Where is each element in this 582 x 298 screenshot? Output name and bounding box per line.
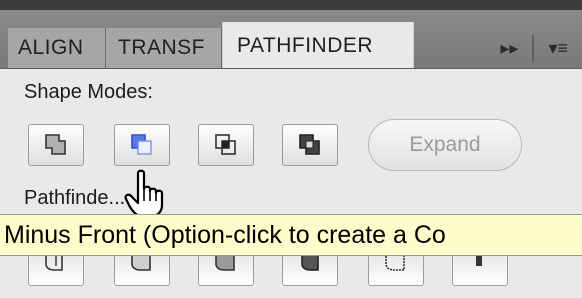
exclude-button[interactable] bbox=[282, 124, 338, 166]
divide-icon bbox=[45, 256, 63, 271]
exclude-icon bbox=[299, 134, 320, 155]
toolbar-divider bbox=[532, 35, 535, 61]
minus-front-icon bbox=[131, 134, 152, 155]
shape-modes-label: Shape Modes: bbox=[24, 81, 153, 103]
merge-button[interactable] bbox=[198, 256, 254, 286]
tab-align[interactable]: ALIGN bbox=[8, 28, 106, 68]
divide-button[interactable] bbox=[28, 256, 84, 286]
minus-front-button[interactable] bbox=[114, 124, 170, 166]
panel-tab-bar: ALIGN TRANSF PATHFINDER ▸▸ ▾≡ bbox=[0, 10, 582, 69]
trim-button[interactable] bbox=[114, 256, 170, 286]
pathfinders-label: Pathfinde... bbox=[24, 187, 126, 209]
merge-icon bbox=[215, 256, 235, 271]
pathfinder-panel: ALIGN TRANSF PATHFINDER ▸▸ ▾≡ Shape Mode… bbox=[0, 0, 582, 298]
panel-menu-icon[interactable]: ▾≡ bbox=[548, 38, 568, 59]
minus-back-icon bbox=[476, 256, 482, 266]
unite-icon bbox=[45, 134, 66, 155]
expand-button[interactable]: Expand bbox=[368, 119, 522, 171]
tab-pathfinder[interactable]: PATHFINDER bbox=[222, 22, 414, 68]
minus-back-button[interactable] bbox=[452, 256, 508, 286]
trim-icon bbox=[131, 256, 151, 271]
outline-icon bbox=[385, 256, 405, 271]
unite-button[interactable] bbox=[28, 124, 84, 166]
panel-title-strip[interactable] bbox=[0, 0, 582, 10]
tab-transform[interactable]: TRANSF bbox=[106, 28, 222, 68]
crop-button[interactable] bbox=[282, 256, 338, 286]
hand-pointer-icon bbox=[124, 169, 164, 219]
tab-bar-controls: ▸▸ ▾≡ bbox=[500, 32, 568, 64]
tooltip: Minus Front (Option-click to create a Co bbox=[0, 214, 582, 256]
collapse-panel-icon[interactable]: ▸▸ bbox=[500, 38, 518, 59]
crop-icon bbox=[301, 256, 319, 271]
intersect-button[interactable] bbox=[198, 124, 254, 166]
intersect-icon bbox=[215, 134, 236, 155]
outline-button[interactable] bbox=[368, 256, 424, 286]
